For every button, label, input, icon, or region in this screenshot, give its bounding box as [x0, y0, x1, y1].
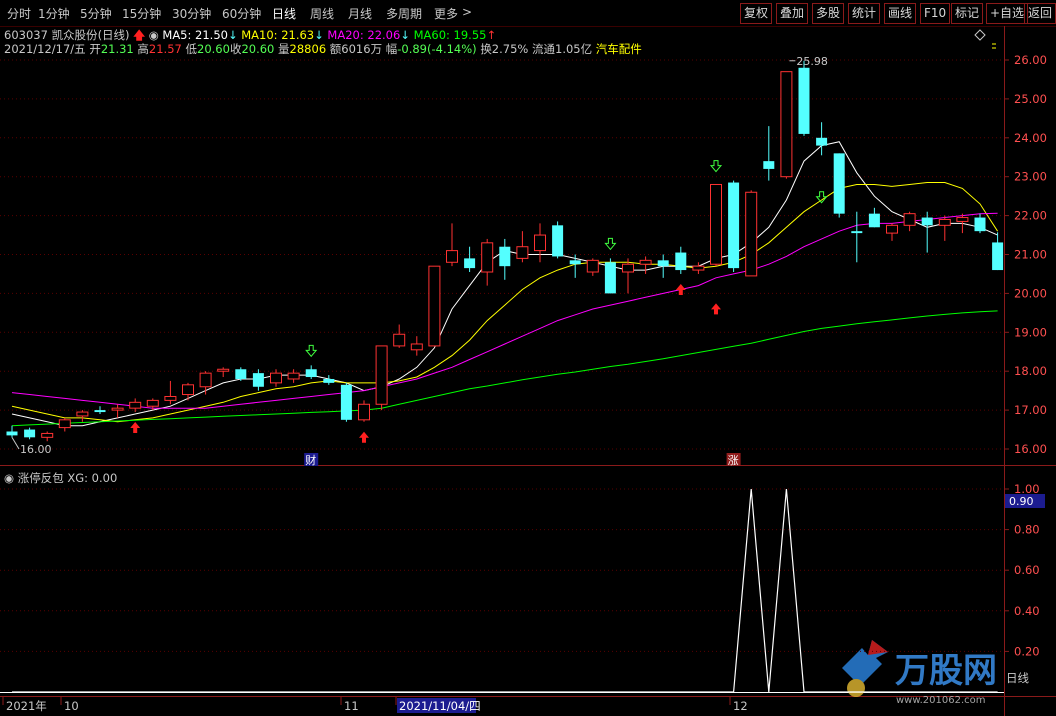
y-tick-label: 23.00	[1014, 170, 1047, 184]
candle-body-down	[323, 378, 335, 383]
candle-body-down	[763, 161, 775, 169]
candle-body-down	[604, 262, 616, 294]
candle-body-up	[710, 183, 722, 265]
buy-arrow-icon	[711, 303, 721, 315]
candle-body-down	[305, 369, 317, 378]
candle-body-down	[868, 213, 880, 228]
candle-body-up	[745, 191, 758, 277]
y-tick-label: 17.00	[1014, 403, 1047, 417]
chart-canvas[interactable]: 0.90 万股网 www.201062.com 25.98 16.00 财 涨 26.…	[0, 0, 1056, 716]
candle-body-up	[903, 213, 916, 226]
y-tick-label: 21.00	[1014, 248, 1047, 262]
candle-body-down	[340, 384, 352, 420]
indicator-y-tick-label: 1.00	[1014, 482, 1040, 496]
ma-line-ma10	[11, 182, 999, 423]
candle-body-up	[270, 372, 282, 384]
indicator-y-tick-label: 0.60	[1014, 563, 1040, 577]
candle-body-up	[886, 224, 898, 234]
candle-body-down	[675, 252, 687, 271]
candle-body-up	[516, 246, 529, 259]
candle-body-down	[24, 429, 36, 438]
candle-body-down	[798, 67, 810, 134]
buy-arrow-icon	[359, 431, 369, 443]
candle-body-up	[217, 368, 230, 372]
candle-body-down	[921, 217, 933, 226]
candle-body-up	[481, 242, 494, 273]
candle-body-up	[58, 419, 71, 429]
y-tick-label: 24.00	[1014, 131, 1047, 145]
candle-body-down	[6, 431, 18, 436]
candle-body-down	[833, 153, 845, 214]
y-tick-label: 19.00	[1014, 325, 1047, 339]
high-price-label: 25.98	[796, 55, 828, 68]
candle-body-up	[428, 265, 441, 347]
candle-body-up	[956, 217, 969, 222]
watermark-url: www.201062.com	[896, 695, 986, 706]
candle-body-up	[41, 432, 54, 438]
candle-body-down	[235, 369, 247, 379]
candle-body-up	[199, 372, 212, 388]
candle-body-up	[76, 411, 89, 417]
x-tick-label: 12	[733, 699, 748, 713]
candle-body-down	[569, 260, 581, 265]
candle-body-up	[182, 384, 194, 396]
candle-body-up	[622, 263, 634, 273]
candle-body-up	[146, 399, 159, 407]
candle-body-up	[446, 250, 458, 263]
candle-body-down	[499, 246, 511, 267]
candle-body-up	[287, 372, 300, 380]
candle-body-down	[657, 260, 669, 267]
candle-body-up	[410, 343, 423, 351]
indicator-y-tick-label: 0.20	[1014, 644, 1040, 658]
y-tick-label: 16.00	[1014, 442, 1047, 456]
low-price-label: 16.00	[20, 443, 52, 456]
candle-body-up	[692, 265, 705, 271]
candle-body-up	[393, 333, 406, 347]
candle-body-down	[992, 242, 1004, 271]
indicator-value-tag-text: 0.90	[1009, 495, 1034, 508]
indicator-y-tick-label: 0.40	[1014, 604, 1040, 618]
diamond-icon[interactable]	[974, 29, 986, 41]
candle-body-down	[464, 258, 476, 269]
candle-body-down	[851, 231, 863, 234]
x-tick-label: 11	[344, 699, 359, 713]
y-tick-label: 20.00	[1014, 286, 1047, 300]
candle-body-up	[534, 234, 546, 252]
sell-arrow-icon	[815, 191, 828, 204]
event-tag-finance: 财	[305, 453, 316, 467]
y-tick-label: 22.00	[1014, 209, 1047, 223]
candle-body-down	[252, 373, 264, 387]
x-tick-label: 2021/11/04/四	[399, 699, 481, 713]
candle-body-up	[358, 403, 370, 421]
candle-body-up	[639, 259, 652, 265]
period-indicator-label: 日线	[1006, 671, 1029, 685]
sell-arrow-icon	[604, 237, 617, 251]
x-tick-label: 2021年	[6, 699, 47, 713]
sell-arrow-icon	[305, 344, 318, 358]
indicator-y-tick-label: 0.80	[1014, 523, 1040, 537]
candle-body-down	[552, 225, 564, 257]
sell-arrow-icon	[709, 160, 723, 173]
coin-icon	[847, 679, 865, 697]
candle-body-down	[974, 217, 986, 232]
candle-body-up	[375, 345, 388, 405]
y-tick-label: 25.00	[1014, 92, 1047, 106]
candle-body-up	[586, 259, 599, 273]
candle-body-up	[129, 401, 142, 409]
y-tick-label: 26.00	[1014, 53, 1047, 67]
buy-arrow-icon	[130, 422, 141, 434]
candle-body-up	[164, 395, 177, 401]
candle-body-up	[938, 218, 951, 226]
candle-body-down	[94, 410, 106, 413]
event-tag-limit-up: 涨	[728, 454, 739, 467]
candle-body-up	[111, 407, 124, 411]
y-tick-label: 18.00	[1014, 364, 1047, 378]
watermark-text: 万股网	[895, 651, 997, 691]
x-tick-label: 10	[64, 699, 79, 713]
low-price-pointer	[11, 437, 20, 450]
candle-body-down	[816, 137, 828, 146]
candle-body-down	[728, 182, 740, 269]
candle-body-up	[780, 71, 793, 178]
